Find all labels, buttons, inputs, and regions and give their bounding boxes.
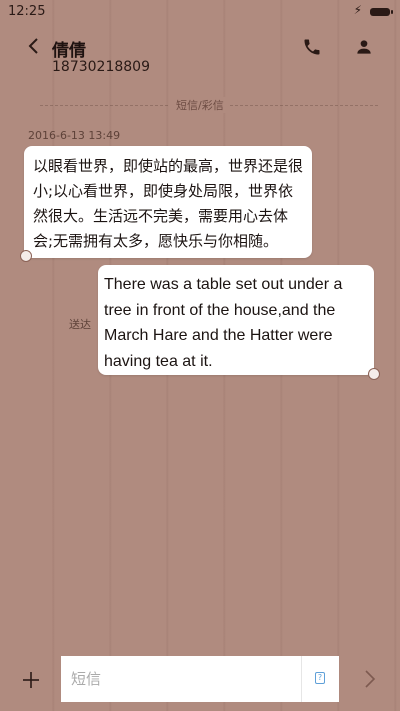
message-type-divider: 短信/彩信 bbox=[0, 96, 400, 114]
my-avatar bbox=[368, 368, 380, 380]
status-bar: 12:25 ⚡ bbox=[0, 0, 400, 24]
outgoing-message-bubble[interactable]: There was a table set out under a tree i… bbox=[98, 265, 374, 375]
message-timestamp: 2016-6-13 13:49 bbox=[28, 129, 121, 142]
conversation-header: 倩倩 18730218809 bbox=[0, 24, 400, 80]
bolt-icon: ⚡ bbox=[353, 3, 362, 17]
back-arrow-icon[interactable] bbox=[24, 36, 44, 56]
message-input[interactable] bbox=[61, 656, 301, 702]
incoming-message-bubble[interactable]: 以眼看世界，即使站的最高，世界还是很小;以心看世界，即使身处局限，世界依然很大。… bbox=[24, 146, 312, 258]
contact-number: 18730218809 bbox=[52, 59, 150, 75]
divider-label: 短信/彩信 bbox=[170, 97, 230, 113]
battery-icon bbox=[370, 8, 393, 16]
plus-icon[interactable] bbox=[20, 669, 42, 691]
phone-icon[interactable] bbox=[302, 37, 322, 57]
delivery-status: 送达 bbox=[69, 318, 91, 331]
contact-name: 倩倩 bbox=[52, 41, 86, 61]
send-icon[interactable] bbox=[360, 668, 380, 690]
attachment-icon[interactable]: ? bbox=[315, 672, 325, 684]
composer-bar: ? bbox=[0, 656, 400, 711]
person-icon[interactable] bbox=[354, 37, 374, 57]
status-time: 12:25 bbox=[8, 4, 46, 19]
message-input-box: ? bbox=[61, 656, 339, 702]
contact-avatar bbox=[20, 250, 32, 262]
input-separator bbox=[301, 656, 302, 702]
